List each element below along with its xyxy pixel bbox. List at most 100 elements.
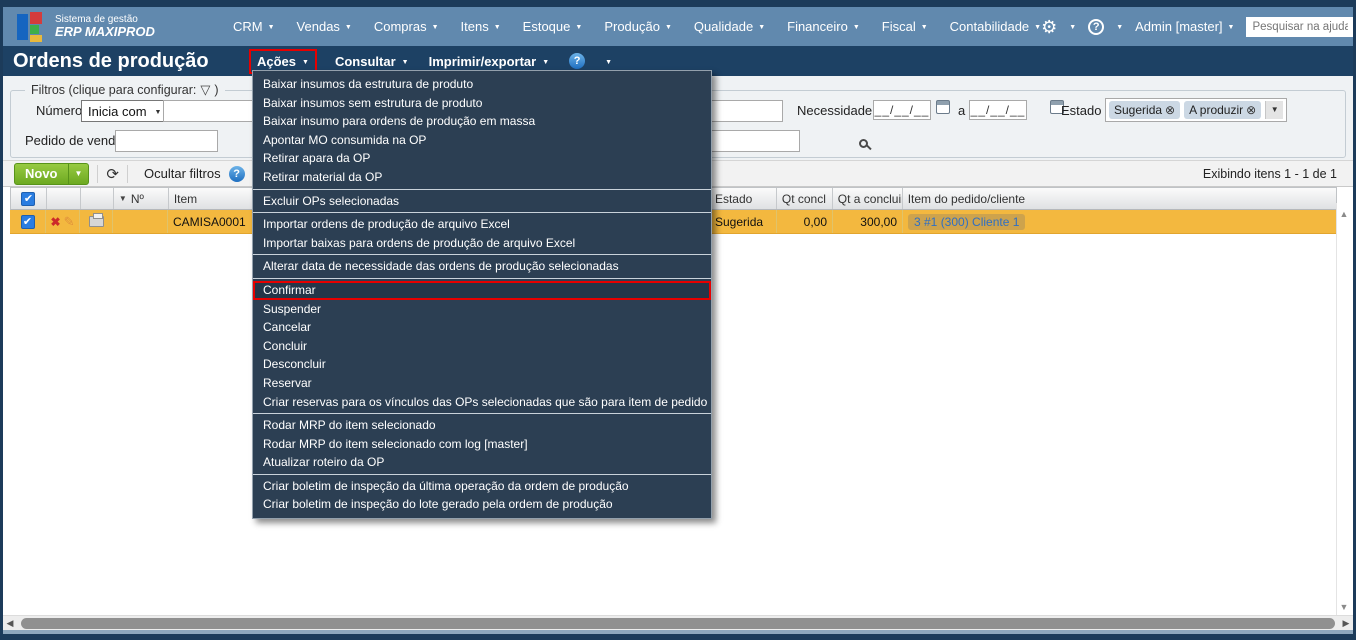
chevron-down-icon[interactable]: ▼ bbox=[605, 59, 612, 66]
menu-item[interactable]: Baixar insumos sem estrutura de produto bbox=[253, 94, 711, 113]
horizontal-scrollbar[interactable]: ◀ ▶ bbox=[3, 615, 1353, 630]
menu-item[interactable]: Retirar apara da OP bbox=[253, 149, 711, 168]
scroll-down-icon[interactable]: ▼ bbox=[1337, 602, 1351, 612]
acoes-menu-button[interactable]: Ações ▼ bbox=[249, 48, 317, 74]
header-qt-concl[interactable]: Qt concl bbox=[777, 188, 833, 209]
select-all-cell[interactable]: ✔ bbox=[11, 188, 47, 209]
menu-item[interactable]: Criar boletim de inspeção do lote gerado… bbox=[253, 495, 711, 514]
menu-item[interactable]: Rodar MRP do item selecionado bbox=[253, 416, 711, 435]
chevron-down-icon: ▼ bbox=[302, 58, 309, 66]
chevron-down-icon: ▼ bbox=[431, 24, 439, 31]
menu-group: Baixar insumos da estrutura de produto Ba… bbox=[253, 73, 711, 190]
topbar-menu-qualidade[interactable]: Qualidade ▼ bbox=[694, 19, 765, 34]
necessidade-from-input[interactable]: __/__/__ bbox=[873, 100, 931, 120]
scroll-left-icon[interactable]: ◀ bbox=[3, 618, 17, 629]
filters-legend[interactable]: Filtros (clique para configurar: ▽ ) bbox=[25, 82, 225, 98]
menu-item[interactable]: Baixar insumo para ordens de produção em… bbox=[253, 112, 711, 131]
help-icon[interactable]: ? bbox=[1088, 18, 1105, 35]
help-search-input[interactable] bbox=[1246, 16, 1353, 37]
menu-item[interactable]: Importar baixas para ordens de produção … bbox=[253, 234, 711, 253]
topbar-menu-itens[interactable]: Itens ▼ bbox=[461, 19, 501, 34]
menu-group: Confirmar Suspender Cancelar Concluir Descon… bbox=[253, 279, 711, 415]
printer-icon[interactable] bbox=[88, 213, 104, 227]
edit-pencil-icon[interactable]: ✎ bbox=[64, 214, 75, 230]
header-label: Qt concl bbox=[781, 191, 826, 206]
novo-button[interactable]: Novo ▼ bbox=[14, 162, 90, 185]
menu-item[interactable]: Alterar data de necessidade das ordens d… bbox=[253, 257, 711, 276]
cell-numero bbox=[113, 210, 168, 233]
help-icon[interactable]: ? bbox=[228, 165, 245, 182]
chevron-down-icon[interactable]: ▼ bbox=[1265, 101, 1284, 119]
header-estado[interactable]: Estado bbox=[710, 188, 777, 209]
app-logo[interactable]: Sistema de gestão ERP MAXIPROD bbox=[17, 11, 227, 42]
checkbox-checked-icon[interactable]: ✔ bbox=[21, 191, 36, 206]
topbar-menu-estoque[interactable]: Estoque ▼ bbox=[523, 19, 583, 34]
row-select-cell[interactable]: ✔ bbox=[10, 210, 46, 233]
menu-item[interactable]: Baixar insumos da estrutura de produto bbox=[253, 75, 711, 94]
admin-label: Admin [master] bbox=[1135, 19, 1223, 34]
scrollbar-thumb[interactable] bbox=[21, 617, 1335, 629]
topbar-menu-producao[interactable]: Produção ▼ bbox=[604, 19, 672, 34]
items-count: Exibindo itens 1 - 1 de 1 bbox=[1202, 166, 1337, 181]
menu-item[interactable]: Criar reservas para os vínculos das OPs … bbox=[253, 393, 711, 412]
topbar-menu-financeiro[interactable]: Financeiro ▼ bbox=[787, 19, 860, 34]
menu-label: Financeiro bbox=[787, 19, 848, 34]
estado-multiselect[interactable]: Sugerida ⊗ A produzir ⊗ ▼ bbox=[1105, 98, 1288, 122]
menu-item[interactable]: Excluir OPs selecionadas bbox=[253, 192, 711, 211]
refresh-icon[interactable]: ⟳ bbox=[106, 165, 119, 183]
calendar-icon[interactable] bbox=[936, 100, 950, 114]
novo-label: Novo bbox=[25, 166, 58, 181]
ocultar-filtros-button[interactable]: Ocultar filtros bbox=[136, 166, 229, 181]
cell-qt-a-concluir: 300,00 bbox=[833, 210, 903, 233]
numero-operator-select[interactable]: Inicia com ▼ bbox=[81, 100, 169, 122]
topbar-menus: CRM ▼ Vendas ▼ Compras ▼ Itens ▼ Estoque ▼ Produçã… bbox=[233, 19, 1041, 34]
menu-group: Alterar data de necessidade das ordens d… bbox=[253, 255, 711, 279]
funnel-icon: ▽ bbox=[200, 82, 211, 97]
menu-item[interactable]: Retirar material da OP bbox=[253, 168, 711, 187]
search-icon[interactable] bbox=[859, 139, 869, 148]
checkbox-checked-icon[interactable]: ✔ bbox=[20, 214, 35, 229]
menu-item[interactable]: Suspender bbox=[253, 300, 711, 319]
cell-estado: Sugerida bbox=[710, 210, 777, 233]
admin-menu[interactable]: Admin [master] ▼ bbox=[1135, 19, 1234, 34]
menu-item[interactable]: Rodar MRP do item selecionado com log [m… bbox=[253, 435, 711, 454]
menu-item[interactable]: Criar boletim de inspeção da última oper… bbox=[253, 477, 711, 496]
topbar-menu-fiscal[interactable]: Fiscal ▼ bbox=[882, 19, 928, 34]
pedido-link[interactable]: 3 #1 (300) Cliente 1 bbox=[908, 213, 1026, 230]
chevron-down-icon[interactable]: ▼ bbox=[1069, 24, 1076, 31]
menu-label: Fiscal bbox=[881, 19, 916, 34]
consultar-menu-button[interactable]: Consultar ▼ bbox=[335, 54, 409, 69]
necessidade-to-input[interactable]: __/__/__ bbox=[969, 100, 1027, 120]
scroll-up-icon[interactable]: ▲ bbox=[1337, 209, 1351, 219]
topbar: Sistema de gestão ERP MAXIPROD CRM ▼ Venda… bbox=[3, 7, 1353, 46]
topbar-menu-compras[interactable]: Compras ▼ bbox=[374, 19, 439, 34]
menu-item[interactable]: Cancelar bbox=[253, 318, 711, 337]
menu-item[interactable]: Apontar MO consumida na OP bbox=[253, 131, 711, 150]
header-numero[interactable]: ▼ Nº bbox=[114, 188, 169, 209]
vertical-scrollbar[interactable]: ▲ ▼ bbox=[1336, 203, 1351, 618]
menu-item[interactable]: Reservar bbox=[253, 374, 711, 393]
scroll-right-icon[interactable]: ▶ bbox=[1339, 618, 1353, 629]
menu-item[interactable]: Confirmar bbox=[253, 280, 711, 300]
topbar-menu-crm[interactable]: CRM ▼ bbox=[233, 19, 275, 34]
remove-chip-icon[interactable]: ⊗ bbox=[1165, 103, 1175, 117]
help-icon[interactable]: ? bbox=[569, 53, 586, 69]
imprimir-exportar-menu-button[interactable]: Imprimir/exportar ▼ bbox=[429, 54, 550, 69]
menu-item[interactable]: Concluir bbox=[253, 337, 711, 356]
header-qt-a-concluir[interactable]: Qt a concluir bbox=[833, 188, 903, 209]
estado-chips: Sugerida ⊗ A produzir ⊗ bbox=[1109, 101, 1262, 119]
gear-icon[interactable]: ⚙ bbox=[1041, 18, 1057, 36]
chevron-down-icon: ▼ bbox=[852, 24, 860, 31]
menu-group: Rodar MRP do item selecionado Rodar MRP d… bbox=[253, 414, 711, 475]
menu-item[interactable]: Atualizar roteiro da OP bbox=[253, 453, 711, 472]
delete-icon[interactable]: ✖ bbox=[51, 215, 61, 229]
header-item-pedido[interactable]: Item do pedido/cliente bbox=[903, 188, 1336, 209]
topbar-menu-contabilidade[interactable]: Contabilidade ▼ bbox=[950, 19, 1041, 34]
header-label: Item bbox=[173, 191, 198, 206]
menu-item[interactable]: Importar ordens de produção de arquivo E… bbox=[253, 215, 711, 234]
chevron-down-icon[interactable]: ▼ bbox=[1116, 24, 1123, 31]
remove-chip-icon[interactable]: ⊗ bbox=[1246, 103, 1256, 117]
topbar-menu-vendas[interactable]: Vendas ▼ bbox=[297, 19, 352, 34]
menu-item[interactable]: Desconcluir bbox=[253, 355, 711, 374]
pedido-venda-input[interactable] bbox=[115, 130, 218, 152]
